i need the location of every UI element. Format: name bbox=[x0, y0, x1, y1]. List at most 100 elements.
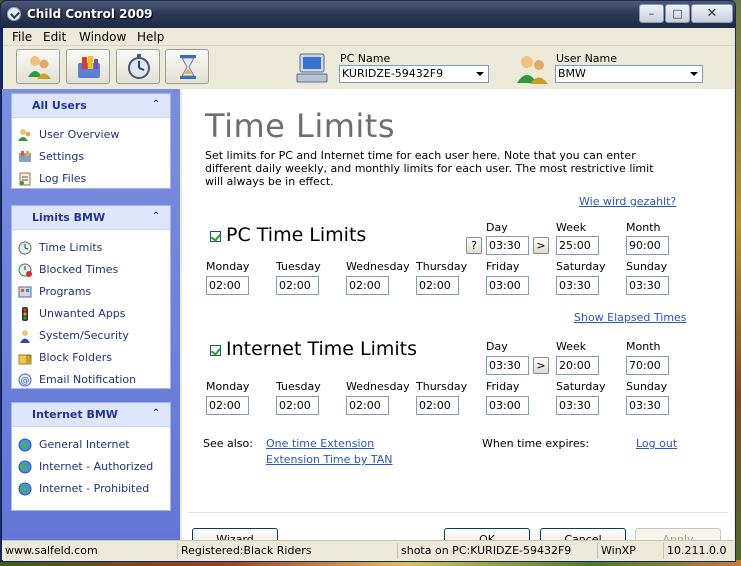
status-os: WinXP bbox=[598, 543, 664, 559]
pc-apply-day-button[interactable]: > bbox=[533, 237, 549, 254]
internet-monday-label: Monday bbox=[206, 380, 250, 393]
collapse-icon[interactable]: ⌃ bbox=[150, 99, 162, 111]
internet-tuesday-input[interactable]: 02:00 bbox=[276, 396, 319, 415]
close-button[interactable]: ✕ bbox=[691, 4, 733, 23]
sidebar-item-internet-prohibited[interactable]: Internet - Prohibited bbox=[18, 480, 168, 498]
internet-saturday-input[interactable]: 03:30 bbox=[556, 396, 599, 415]
sidebar-item-email-notification[interactable]: @ Email Notification bbox=[18, 371, 168, 389]
pc-saturday-label: Saturday bbox=[556, 260, 606, 273]
app-icon[interactable] bbox=[7, 7, 21, 21]
title-bar[interactable]: Child Control 2009 – □ ✕ bbox=[1, 1, 735, 28]
panel-header[interactable]: Internet BMW ⌃ bbox=[12, 403, 170, 427]
panel-header[interactable]: Limits BMW ⌃ bbox=[12, 206, 170, 230]
expires-action-link[interactable]: Log out bbox=[636, 437, 677, 450]
pc-day-input[interactable]: 03:30 bbox=[486, 236, 529, 255]
internet-monday-input[interactable]: 02:00 bbox=[206, 396, 249, 415]
internet-sunday-label: Sunday bbox=[626, 380, 668, 393]
pc-sunday-input[interactable]: 03:30 bbox=[626, 276, 669, 295]
sidebar-item-settings[interactable]: Settings bbox=[18, 148, 168, 166]
status-website: www.salfeld.com bbox=[2, 543, 178, 559]
pc-help-button[interactable]: ? bbox=[466, 237, 482, 254]
internet-limits-title: Internet Time Limits bbox=[226, 338, 418, 360]
internet-day-label: Day bbox=[486, 340, 508, 353]
svg-text:@: @ bbox=[21, 376, 30, 386]
log-files-icon bbox=[19, 172, 31, 186]
help-link[interactable]: Wie wird gezahlt? bbox=[579, 195, 676, 208]
pc-wednesday-input[interactable]: 02:00 bbox=[346, 276, 389, 295]
internet-tuesday-label: Tuesday bbox=[276, 380, 321, 393]
main-content: Time Limits Set limits for PC and Intern… bbox=[182, 89, 734, 551]
sidebar-item-general-internet[interactable]: General Internet bbox=[18, 436, 168, 454]
divider bbox=[188, 512, 728, 513]
panel-title: Internet BMW bbox=[32, 408, 118, 421]
pc-monday-input[interactable]: 02:00 bbox=[206, 276, 249, 295]
sidebar-item-user-overview[interactable]: User Overview bbox=[18, 126, 168, 144]
email-icon: @ bbox=[18, 373, 32, 387]
show-elapsed-link[interactable]: Show Elapsed Times bbox=[574, 311, 687, 324]
internet-thursday-input[interactable]: 02:00 bbox=[416, 396, 459, 415]
page-title: Time Limits bbox=[205, 107, 395, 145]
globe-icon bbox=[18, 482, 32, 496]
internet-sunday-input[interactable]: 03:30 bbox=[626, 396, 669, 415]
collapse-icon[interactable]: ⌃ bbox=[150, 408, 162, 420]
sidebar-item-blocked-times[interactable]: Blocked Times bbox=[18, 261, 168, 279]
internet-limits-checkbox[interactable] bbox=[210, 345, 221, 356]
sidebar-item-programs[interactable]: Programs bbox=[18, 283, 168, 301]
panel-title: Limits BMW bbox=[32, 211, 106, 224]
pc-saturday-input[interactable]: 03:30 bbox=[556, 276, 599, 295]
extension-by-tan-link[interactable]: Extension Time by TAN bbox=[266, 453, 393, 466]
minimize-button[interactable]: – bbox=[639, 4, 664, 23]
maximize-button[interactable]: □ bbox=[665, 4, 690, 23]
internet-friday-label: Friday bbox=[486, 380, 520, 393]
security-user-icon bbox=[20, 330, 30, 343]
pc-month-input[interactable]: 90:00 bbox=[626, 236, 669, 255]
sidebar-item-block-folders[interactable]: Block Folders bbox=[18, 349, 168, 367]
sidebar-item-unwanted-apps[interactable]: Unwanted Apps bbox=[18, 305, 168, 323]
pc-limits-checkbox[interactable] bbox=[210, 231, 221, 242]
internet-thursday-label: Thursday bbox=[416, 380, 468, 393]
internet-apply-day-button[interactable]: > bbox=[533, 357, 549, 374]
pc-week-label: Week bbox=[556, 221, 587, 234]
status-version: 10.211.0.0 bbox=[667, 544, 727, 557]
pc-sunday-label: Sunday bbox=[626, 260, 668, 273]
pc-day-label: Day bbox=[486, 221, 508, 234]
clock-icon bbox=[18, 241, 32, 255]
sidebar-item-internet-authorized[interactable]: Internet - Authorized bbox=[18, 458, 168, 476]
panel-limits: Limits BMW ⌃ Time Limits Blocked Times P… bbox=[11, 205, 171, 389]
status-bar: www.salfeld.com Registered:Black Riders … bbox=[2, 540, 734, 560]
pc-friday-input[interactable]: 03:00 bbox=[486, 276, 529, 295]
pc-tuesday-label: Tuesday bbox=[276, 260, 321, 273]
pc-week-input[interactable]: 25:00 bbox=[556, 236, 599, 255]
programs-icon bbox=[18, 286, 32, 298]
sidebar: All Users ⌃ User Overview Settings Log F… bbox=[2, 89, 180, 540]
one-time-extension-link[interactable]: One time Extension bbox=[266, 437, 374, 450]
internet-month-input[interactable]: 70:00 bbox=[626, 356, 669, 375]
status-session: shota on PC:KURIDZE-59432F9 bbox=[398, 543, 598, 559]
pc-tuesday-input[interactable]: 02:00 bbox=[276, 276, 319, 295]
internet-wednesday-label: Wednesday bbox=[346, 380, 410, 393]
panel-title: All Users bbox=[32, 99, 87, 112]
traffic-light-icon bbox=[22, 307, 28, 321]
sidebar-item-time-limits[interactable]: Time Limits bbox=[18, 239, 168, 257]
when-expires-label: When time expires: bbox=[482, 437, 590, 450]
sidebar-item-system-security[interactable]: System/Security bbox=[18, 327, 168, 345]
panel-internet: Internet BMW ⌃ General Internet Internet… bbox=[11, 402, 171, 511]
internet-wednesday-input[interactable]: 02:00 bbox=[346, 396, 389, 415]
users-icon bbox=[18, 129, 31, 141]
window-title: Child Control 2009 bbox=[27, 7, 153, 21]
internet-week-input[interactable]: 20:00 bbox=[556, 356, 599, 375]
collapse-icon[interactable]: ⌃ bbox=[150, 211, 162, 223]
sidebar-item-log-files[interactable]: Log Files bbox=[18, 170, 168, 188]
internet-day-input[interactable]: 03:30 bbox=[486, 356, 529, 375]
internet-month-label: Month bbox=[626, 340, 661, 353]
pc-thursday-label: Thursday bbox=[416, 260, 468, 273]
panel-header[interactable]: All Users ⌃ bbox=[12, 94, 170, 118]
status-registered: Registered:Black Riders bbox=[178, 543, 398, 559]
panel-all-users: All Users ⌃ User Overview Settings Log F… bbox=[11, 93, 171, 189]
pc-wednesday-label: Wednesday bbox=[346, 260, 410, 273]
pc-limits-title: PC Time Limits bbox=[226, 224, 367, 246]
pc-thursday-input[interactable]: 02:00 bbox=[416, 276, 459, 295]
internet-saturday-label: Saturday bbox=[556, 380, 606, 393]
pc-friday-label: Friday bbox=[486, 260, 520, 273]
internet-friday-input[interactable]: 03:00 bbox=[486, 396, 529, 415]
